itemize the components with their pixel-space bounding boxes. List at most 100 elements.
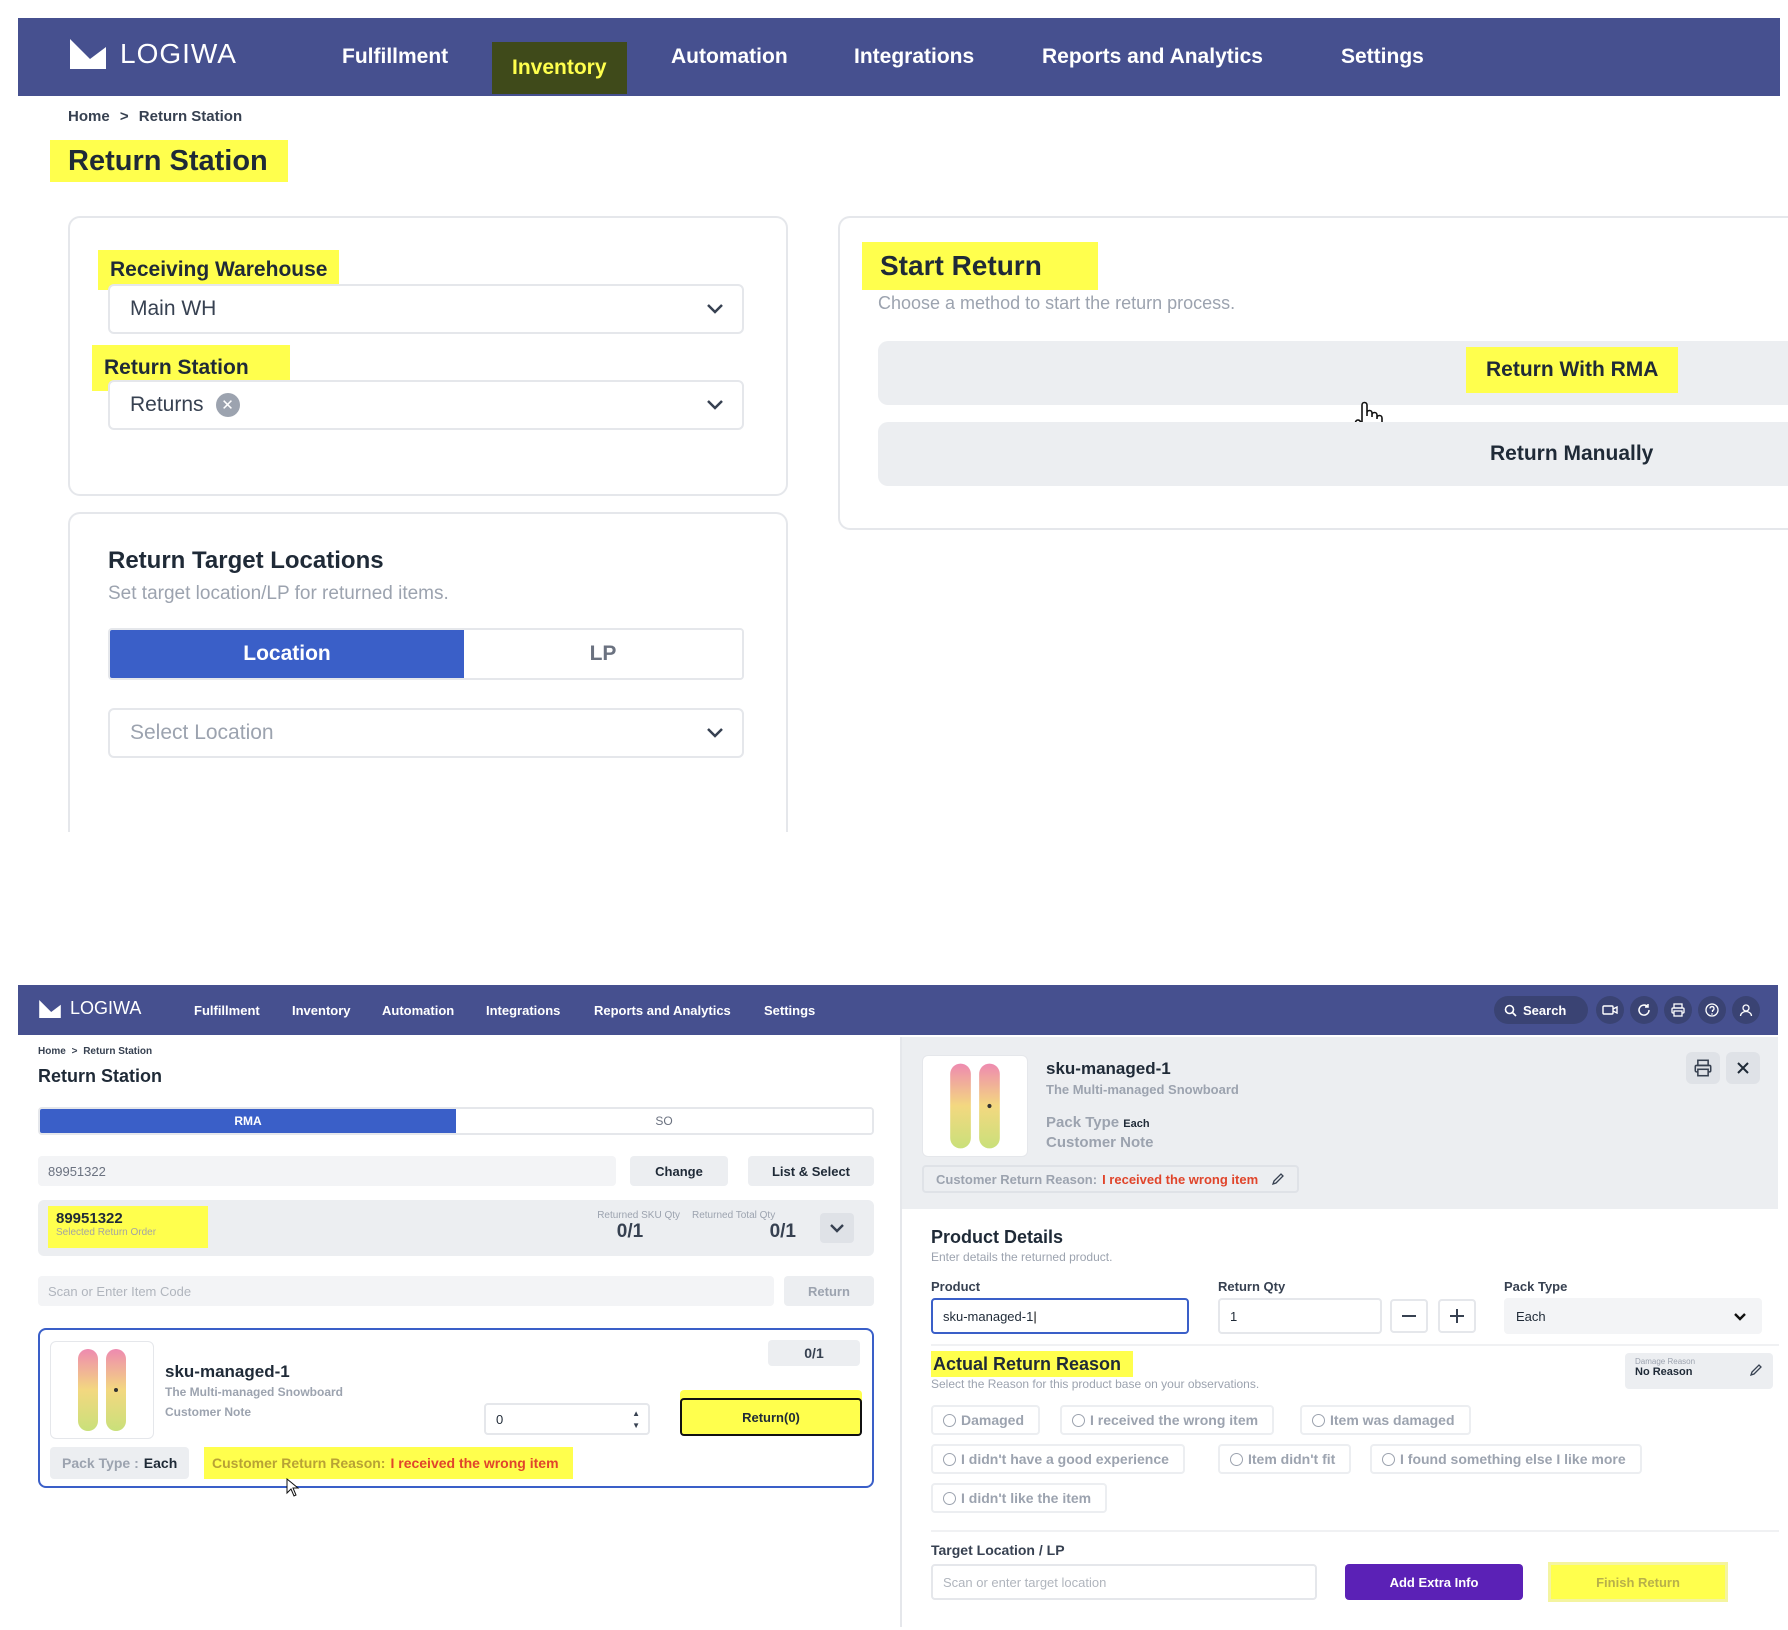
chevron-down-icon [706,303,724,315]
close-icon [1737,1062,1749,1074]
logiwa-logo[interactable]: LOGIWA [38,998,141,1019]
nav-reports[interactable]: Reports and Analytics [1042,18,1263,96]
nav-settings[interactable]: Settings [1341,18,1424,96]
nav-inventory[interactable]: Inventory [292,985,351,1035]
refresh-button[interactable] [1630,996,1658,1024]
tab-so[interactable]: SO [456,1109,872,1133]
section-divider [931,1344,1779,1346]
start-return-subtitle: Choose a method to start the return proc… [878,293,1236,313]
edit-icon[interactable] [1749,1363,1763,1377]
nav-inventory[interactable]: Inventory [492,42,627,94]
reason-option-damaged[interactable]: Damaged [931,1405,1041,1435]
search-icon [1504,1004,1517,1017]
reason-option-didnt-like[interactable]: I didn't like the item [931,1483,1108,1513]
nav-fulfillment[interactable]: Fulfillment [194,985,260,1035]
returned-total-qty: Returned Total Qty 0/1 [692,1210,796,1242]
detail-return-reason: Customer Return Reason: I received the w… [922,1165,1300,1193]
decrement-button[interactable] [1390,1299,1428,1333]
close-panel-button[interactable] [1726,1052,1760,1084]
page-title: Return Station [50,140,288,182]
snowboard-image-icon [78,1349,126,1431]
product-detail-thumbnail [922,1055,1028,1157]
brand-name: LOGIWA [120,38,237,69]
search-button[interactable]: Search [1494,996,1588,1024]
breadcrumb-current: Return Station [138,108,243,125]
finish-return-button[interactable]: Finish Return [1548,1562,1728,1602]
plus-icon [1450,1309,1464,1323]
item-customer-note: Customer Note [165,1405,252,1419]
item-pack-type: Pack Type : Each [50,1447,190,1479]
product-details-title: Product Details [931,1227,1064,1247]
nav-integrations[interactable]: Integrations [486,985,560,1035]
item-qty-input[interactable]: 0 ▲ ▼ [484,1403,650,1435]
printer-icon [1694,1059,1712,1077]
actual-reason-title: Actual Return Reason [931,1351,1134,1377]
video-button[interactable] [1596,996,1624,1024]
start-return-title: Start Return [862,242,1098,290]
nav-automation[interactable]: Automation [382,985,454,1035]
pack-type-select[interactable]: Each [1504,1298,1762,1334]
pack-type-label: Pack Type [1504,1279,1568,1294]
tab-location[interactable]: Location [110,630,464,678]
selected-order: 89951322 Selected Return Order [48,1206,208,1248]
stepper-arrows-icon[interactable]: ▲ ▼ [632,1408,640,1432]
print-label-button[interactable] [1686,1052,1720,1084]
return-item-button[interactable]: Return(0) [680,1398,862,1436]
product-label: Product [931,1279,981,1294]
reason-option-wrong-item[interactable]: I received the wrong item [1060,1405,1275,1435]
nav-automation[interactable]: Automation [671,18,788,96]
returned-sku-qty: Returned SKU Qty 0/1 [597,1210,680,1242]
list-select-button[interactable]: List & Select [748,1156,874,1186]
nav-fulfillment[interactable]: Fulfillment [342,18,448,96]
location-select[interactable]: Select Location [108,708,744,758]
product-input[interactable]: sku-managed-1 | [931,1298,1189,1334]
print-button[interactable] [1664,996,1692,1024]
reason-option-didnt-fit[interactable]: Item didn't fit [1218,1444,1352,1474]
printer-icon [1671,1003,1685,1017]
return-station-select[interactable]: Returns ✕ [108,380,744,430]
item-sku: sku-managed-1 [165,1362,290,1381]
detail-pack-type: Pack Type Each [1046,1114,1150,1131]
nav-settings[interactable]: Settings [764,985,815,1035]
damage-reason-box: Damage Reason No Reason [1625,1353,1773,1389]
receiving-warehouse-select[interactable]: Main WH [108,284,744,334]
detail-name: The Multi-managed Snowboard [1046,1082,1239,1097]
return-qty-label: Return Qty [1218,1279,1286,1294]
tab-lp[interactable]: LP [464,630,742,678]
target-locations-subtitle: Set target location/LP for returned item… [108,583,449,604]
help-icon [1705,1003,1719,1017]
change-button[interactable]: Change [630,1156,728,1186]
nav-reports[interactable]: Reports and Analytics [594,985,731,1035]
tab-rma[interactable]: RMA [40,1109,456,1133]
actual-reason-subtitle: Select the Reason for this product base … [931,1377,1260,1391]
product-thumbnail [50,1341,154,1439]
return-qty-input[interactable]: 1 [1218,1298,1382,1334]
expand-order-button[interactable] [820,1213,854,1243]
reason-option-bad-experience[interactable]: I didn't have a good experience [931,1444,1185,1474]
target-type-toggle: Location LP [108,628,744,680]
return-scan-button[interactable]: Return [784,1276,874,1306]
order-number-input[interactable]: 89951322 [38,1156,616,1186]
nav-integrations[interactable]: Integrations [854,18,974,96]
item-code-input[interactable]: Scan or Enter Item Code [38,1276,774,1306]
add-extra-info-button[interactable]: Add Extra Info [1345,1564,1523,1600]
user-button[interactable] [1732,996,1760,1024]
edit-icon[interactable] [1271,1172,1285,1186]
page-title: Return Station [38,1066,162,1086]
brand-name: LOGIWA [70,998,142,1018]
increment-button[interactable] [1438,1299,1476,1333]
target-location-input[interactable]: Scan or enter target location [931,1564,1317,1600]
breadcrumb-home[interactable]: Home [38,1046,66,1057]
breadcrumb-home[interactable]: Home [68,108,110,125]
video-icon [1602,1005,1618,1015]
order-type-toggle: RMA SO [38,1107,874,1135]
return-manually-button[interactable]: Return Manually [878,422,1788,486]
logiwa-logo[interactable]: LOGIWA [68,38,237,70]
return-with-rma-label: Return With RMA [1466,347,1679,393]
reason-option-found-else[interactable]: I found something else I like more [1370,1444,1642,1474]
help-button[interactable] [1698,996,1726,1024]
breadcrumb-current: Return Station [83,1046,153,1057]
chevron-down-icon [706,727,724,739]
reason-option-item-damaged[interactable]: Item was damaged [1300,1405,1471,1435]
clear-icon[interactable]: ✕ [215,393,240,417]
